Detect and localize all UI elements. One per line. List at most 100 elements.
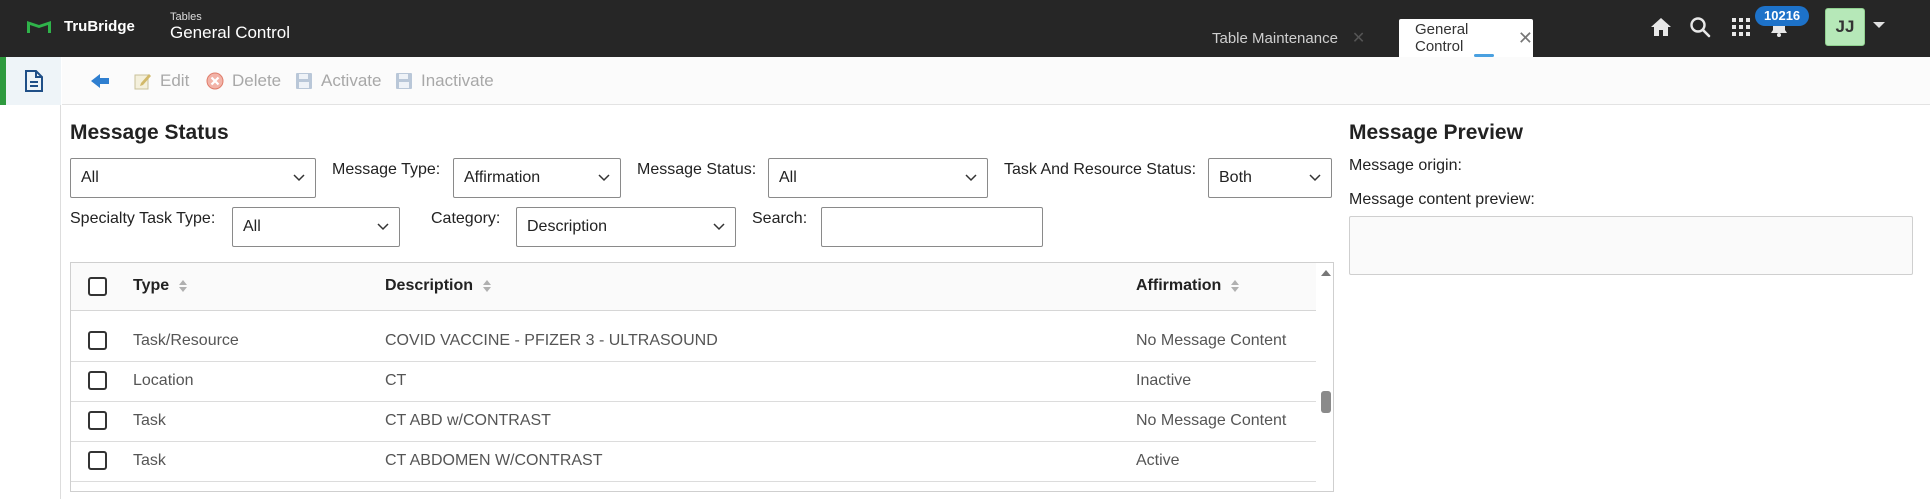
table-row[interactable]: Task/Resource COVID VACCINE - PFIZER 3 -… [71, 322, 1316, 362]
sort-icon [179, 280, 188, 292]
chevron-down-icon [965, 174, 977, 182]
cell-type: Location [133, 372, 194, 389]
top-bar: TruBridge Tables General Control Table M… [0, 0, 1930, 57]
chevron-down-icon [1309, 174, 1321, 182]
cell-type: Task/Resource [133, 332, 239, 349]
column-header-label: Affirmation [1136, 277, 1222, 294]
sort-icon [1231, 280, 1240, 292]
select-value: Description [527, 218, 608, 235]
table-row[interactable]: Task CT ABDOMEN W/CONTRAST Active [71, 442, 1316, 482]
app-subtitle: Tables [170, 11, 202, 23]
toolbar: Edit Delete Activate Inactivate [62, 57, 1930, 105]
scrollbar-thumb[interactable] [1321, 391, 1331, 413]
cell-affirmation: No Message Content [1136, 412, 1287, 429]
brand-name: TruBridge [64, 18, 135, 35]
column-header-label: Type [133, 277, 170, 294]
cell-affirmation: No Message Content [1136, 332, 1287, 349]
select-value: Affirmation [464, 169, 541, 186]
brand-logo: TruBridge [26, 18, 135, 35]
select-value: All [81, 169, 99, 186]
cell-description: CT [385, 372, 407, 389]
message-grid: Type Description Affirmation Task/Resour… [70, 262, 1334, 492]
cell-description: CT ABDOMEN W/CONTRAST [385, 452, 603, 469]
scroll-up-arrow-icon[interactable] [1320, 268, 1332, 278]
row-checkbox[interactable] [88, 371, 107, 390]
inactivate-button[interactable]: Inactivate [394, 57, 494, 105]
tab-label: General Control [1415, 21, 1469, 55]
arrow-left-icon [91, 74, 109, 88]
message-status-title: Message Status [70, 121, 229, 144]
task-resource-status-select[interactable]: Both [1208, 158, 1332, 198]
search-label: Search: [752, 210, 808, 227]
activate-button[interactable]: Activate [294, 57, 381, 105]
tab-table-maintenance[interactable]: Table Maintenance ✕ [1212, 19, 1392, 57]
notification-badge[interactable]: 10216 [1755, 6, 1810, 26]
category-select[interactable]: Description [516, 207, 736, 247]
chevron-down-icon[interactable] [1872, 20, 1886, 30]
delete-label: Delete [232, 71, 282, 90]
trubridge-logo-icon [27, 20, 51, 33]
row-checkbox[interactable] [88, 411, 107, 430]
message-type-label: Message Type: [332, 161, 441, 178]
message-content-preview-label: Message content preview: [1349, 191, 1535, 208]
search-input[interactable] [821, 207, 1043, 247]
cell-type: Task [133, 452, 166, 469]
tab-general-control[interactable]: General Control ✕ [1399, 19, 1533, 57]
cell-affirmation: Active [1136, 452, 1180, 469]
close-icon[interactable]: ✕ [1352, 28, 1365, 48]
column-header-label: Description [385, 277, 474, 294]
column-header-affirmation[interactable]: Affirmation [1136, 277, 1240, 295]
select-value: All [779, 169, 797, 186]
category-label: Category: [431, 210, 501, 227]
task-resource-status-label: Task And Resource Status: [1004, 161, 1197, 178]
message-content-preview-box [1349, 216, 1913, 275]
table-row[interactable]: Task CT ABD w/CONTRAST No Message Conten… [71, 402, 1316, 442]
row-checkbox[interactable] [88, 331, 107, 350]
delete-icon [206, 72, 224, 90]
edit-icon [134, 74, 151, 90]
cell-affirmation: Inactive [1136, 372, 1192, 389]
grid-header: Type Description Affirmation [71, 263, 1316, 311]
sort-icon [483, 280, 492, 292]
cell-description: COVID VACCINE - PFIZER 3 - ULTRASOUND [385, 332, 718, 349]
search-icon[interactable] [1687, 14, 1713, 40]
avatar[interactable]: JJ [1825, 8, 1865, 46]
delete-button[interactable]: Delete [205, 57, 281, 105]
cell-type: Task [133, 412, 166, 429]
back-button[interactable] [89, 57, 118, 105]
column-header-type[interactable]: Type [133, 277, 188, 295]
specialty-task-type-select[interactable]: All [232, 207, 400, 247]
apps-grid-icon[interactable] [1728, 14, 1754, 40]
row-checkbox[interactable] [88, 451, 107, 470]
save-icon [396, 73, 412, 89]
message-preview-title: Message Preview [1349, 121, 1523, 144]
column-header-description[interactable]: Description [385, 277, 492, 295]
status-filter-select[interactable]: All [70, 158, 316, 198]
chevron-down-icon [598, 174, 610, 182]
chevron-down-icon [377, 223, 389, 231]
edit-label: Edit [160, 71, 190, 90]
message-type-select[interactable]: Affirmation [453, 158, 621, 198]
app-title: General Control [170, 23, 291, 42]
close-icon[interactable]: ✕ [1518, 28, 1533, 49]
inactivate-label: Inactivate [421, 71, 494, 90]
nav-item-documents[interactable] [0, 57, 61, 105]
chevron-down-icon [293, 174, 305, 182]
left-nav [0, 57, 61, 499]
chevron-down-icon [713, 223, 725, 231]
document-icon [24, 70, 43, 92]
table-row[interactable]: Location CT Inactive [71, 362, 1316, 402]
specialty-task-type-label: Specialty Task Type: [70, 210, 216, 227]
vertical-scrollbar[interactable] [1318, 263, 1333, 491]
tab-label: Table Maintenance [1212, 29, 1338, 47]
cell-description: CT ABD w/CONTRAST [385, 412, 551, 429]
select-value: All [243, 218, 261, 235]
home-icon[interactable] [1648, 14, 1674, 40]
message-origin-label: Message origin: [1349, 157, 1462, 174]
message-status-select[interactable]: All [768, 158, 988, 198]
save-icon [296, 73, 312, 89]
message-status-label: Message Status: [637, 161, 757, 178]
select-value: Both [1219, 169, 1252, 186]
edit-button[interactable]: Edit [133, 57, 189, 105]
select-all-checkbox[interactable] [88, 277, 107, 296]
